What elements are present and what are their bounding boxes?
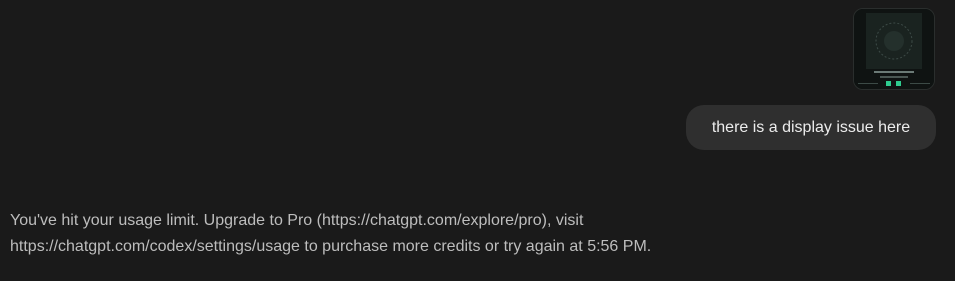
- image-attachment-thumbnail[interactable]: [853, 8, 935, 90]
- user-message-bubble: there is a display issue here: [686, 105, 936, 150]
- assistant-message-line-2: https://chatgpt.com/codex/settings/usage…: [10, 238, 652, 255]
- user-message-text: there is a display issue here: [711, 119, 911, 136]
- chat-conversation: there is a display issue here You've hit…: [0, 0, 955, 281]
- screenshot-preview-icon: [854, 9, 934, 89]
- assistant-message-line-1: You've hit your usage limit. Upgrade to …: [10, 212, 584, 229]
- assistant-message: You've hit your usage limit. Upgrade to …: [10, 208, 940, 260]
